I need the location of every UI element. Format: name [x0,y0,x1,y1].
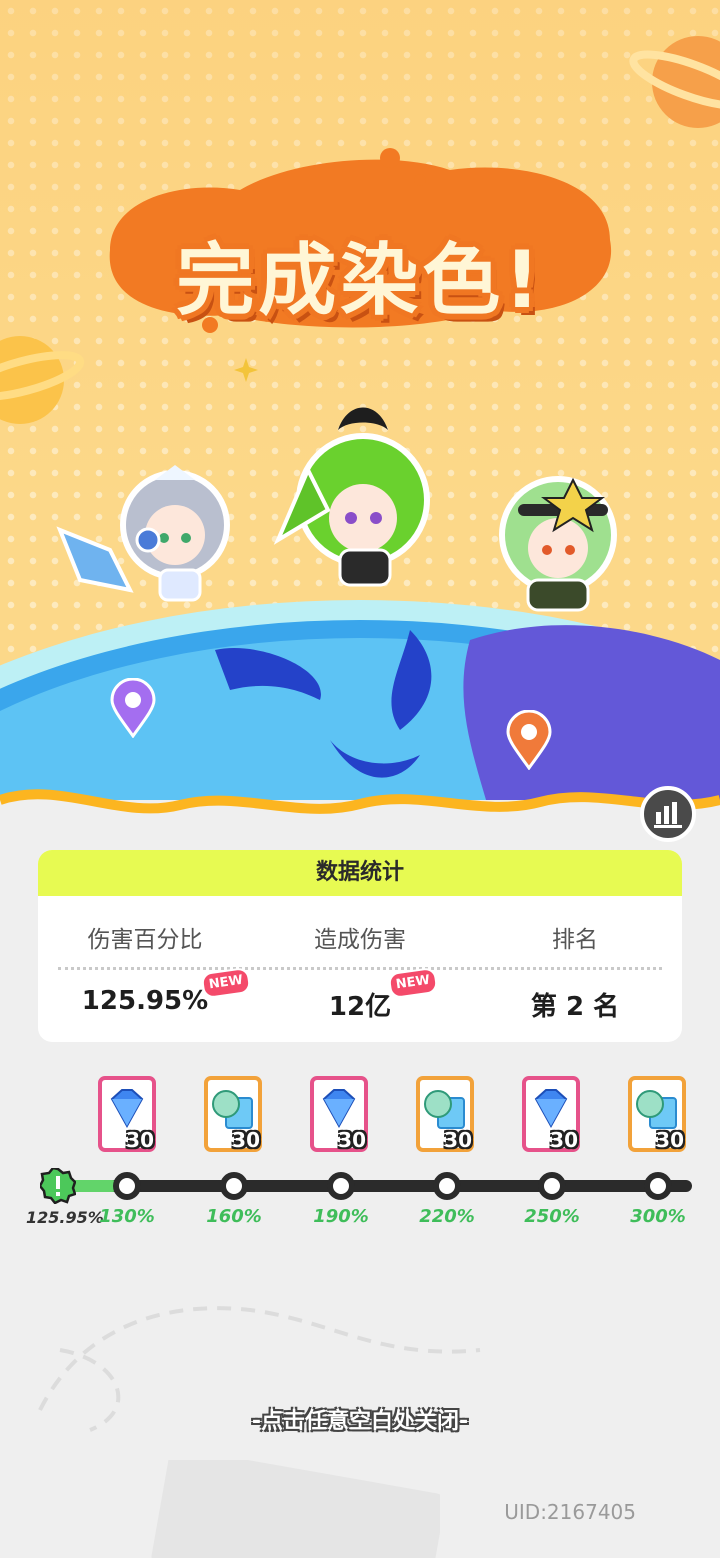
milestone-label: 190% [313,1206,369,1227]
ticket-icon [424,1090,465,1129]
reward-quantity: 30 [338,1128,366,1152]
milestone-label: 250% [524,1206,580,1227]
milestone-label: 220% [419,1206,475,1227]
character-center [273,407,430,587]
progress-track [48,1180,692,1192]
result-title: 完成染色! [110,200,610,330]
reward-item[interactable]: 30 [522,1076,580,1152]
user-id: UID:2167405 [504,1500,636,1524]
milestone-node [220,1172,248,1200]
stat-label: 伤害百分比 [87,927,203,953]
drip-edge [0,789,720,840]
stat-label: 造成伤害 [314,927,406,953]
stat-value: 12亿 [328,992,392,1022]
milestone-node [327,1172,355,1200]
stat-label: 排名 [552,927,598,953]
planet-icon [629,36,720,128]
sparkle-icon [234,358,258,382]
stats-card: 数据统计 伤害百分比 125.95% NEW 造成伤害 12亿 NEW 排名 第… [38,850,682,1042]
reward-item[interactable]: 30 [204,1076,262,1152]
stat-damage-dealt: 造成伤害 12亿 NEW [253,850,467,1042]
reward-quantity: 30 [232,1128,260,1152]
bar-chart-icon [654,802,682,828]
map-pin-icon [110,678,156,738]
milestone-label: 130% [99,1206,155,1227]
stat-value: 第 2 名 [530,992,620,1022]
ticket-icon [636,1090,677,1129]
reward-item[interactable]: 30 [310,1076,368,1152]
diamond-icon [110,1089,144,1129]
milestone-node [433,1172,461,1200]
diamond-icon [534,1089,568,1129]
close-hint[interactable]: -点击任意空白处关闭- [0,1403,720,1435]
map-pin-icon [506,710,552,770]
milestone-label: 160% [206,1206,262,1227]
reward-item[interactable]: 30 [416,1076,474,1152]
reward-item[interactable]: 30 [98,1076,156,1152]
milestone-node [538,1172,566,1200]
character-left [56,465,230,602]
stat-rank: 排名 第 2 名 [468,850,682,1042]
milestone-node [644,1172,672,1200]
planet-icon [0,336,85,424]
reward-quantity: 30 [550,1128,578,1152]
ticket-icon [212,1090,253,1129]
current-progress-marker-icon [40,1168,76,1204]
diamond-icon [322,1089,356,1129]
stat-damage-percent: 伤害百分比 125.95% NEW [38,850,252,1042]
reward-quantity: 30 [126,1128,154,1152]
leaderboard-button[interactable] [640,786,696,842]
reward-quantity: 30 [656,1128,684,1152]
title-text: 完成染色! [176,236,544,326]
reward-item[interactable]: 30 [628,1076,686,1152]
reward-quantity: 30 [444,1128,472,1152]
milestone-label: 300% [630,1206,686,1227]
character-right [499,476,617,612]
milestone-node [113,1172,141,1200]
